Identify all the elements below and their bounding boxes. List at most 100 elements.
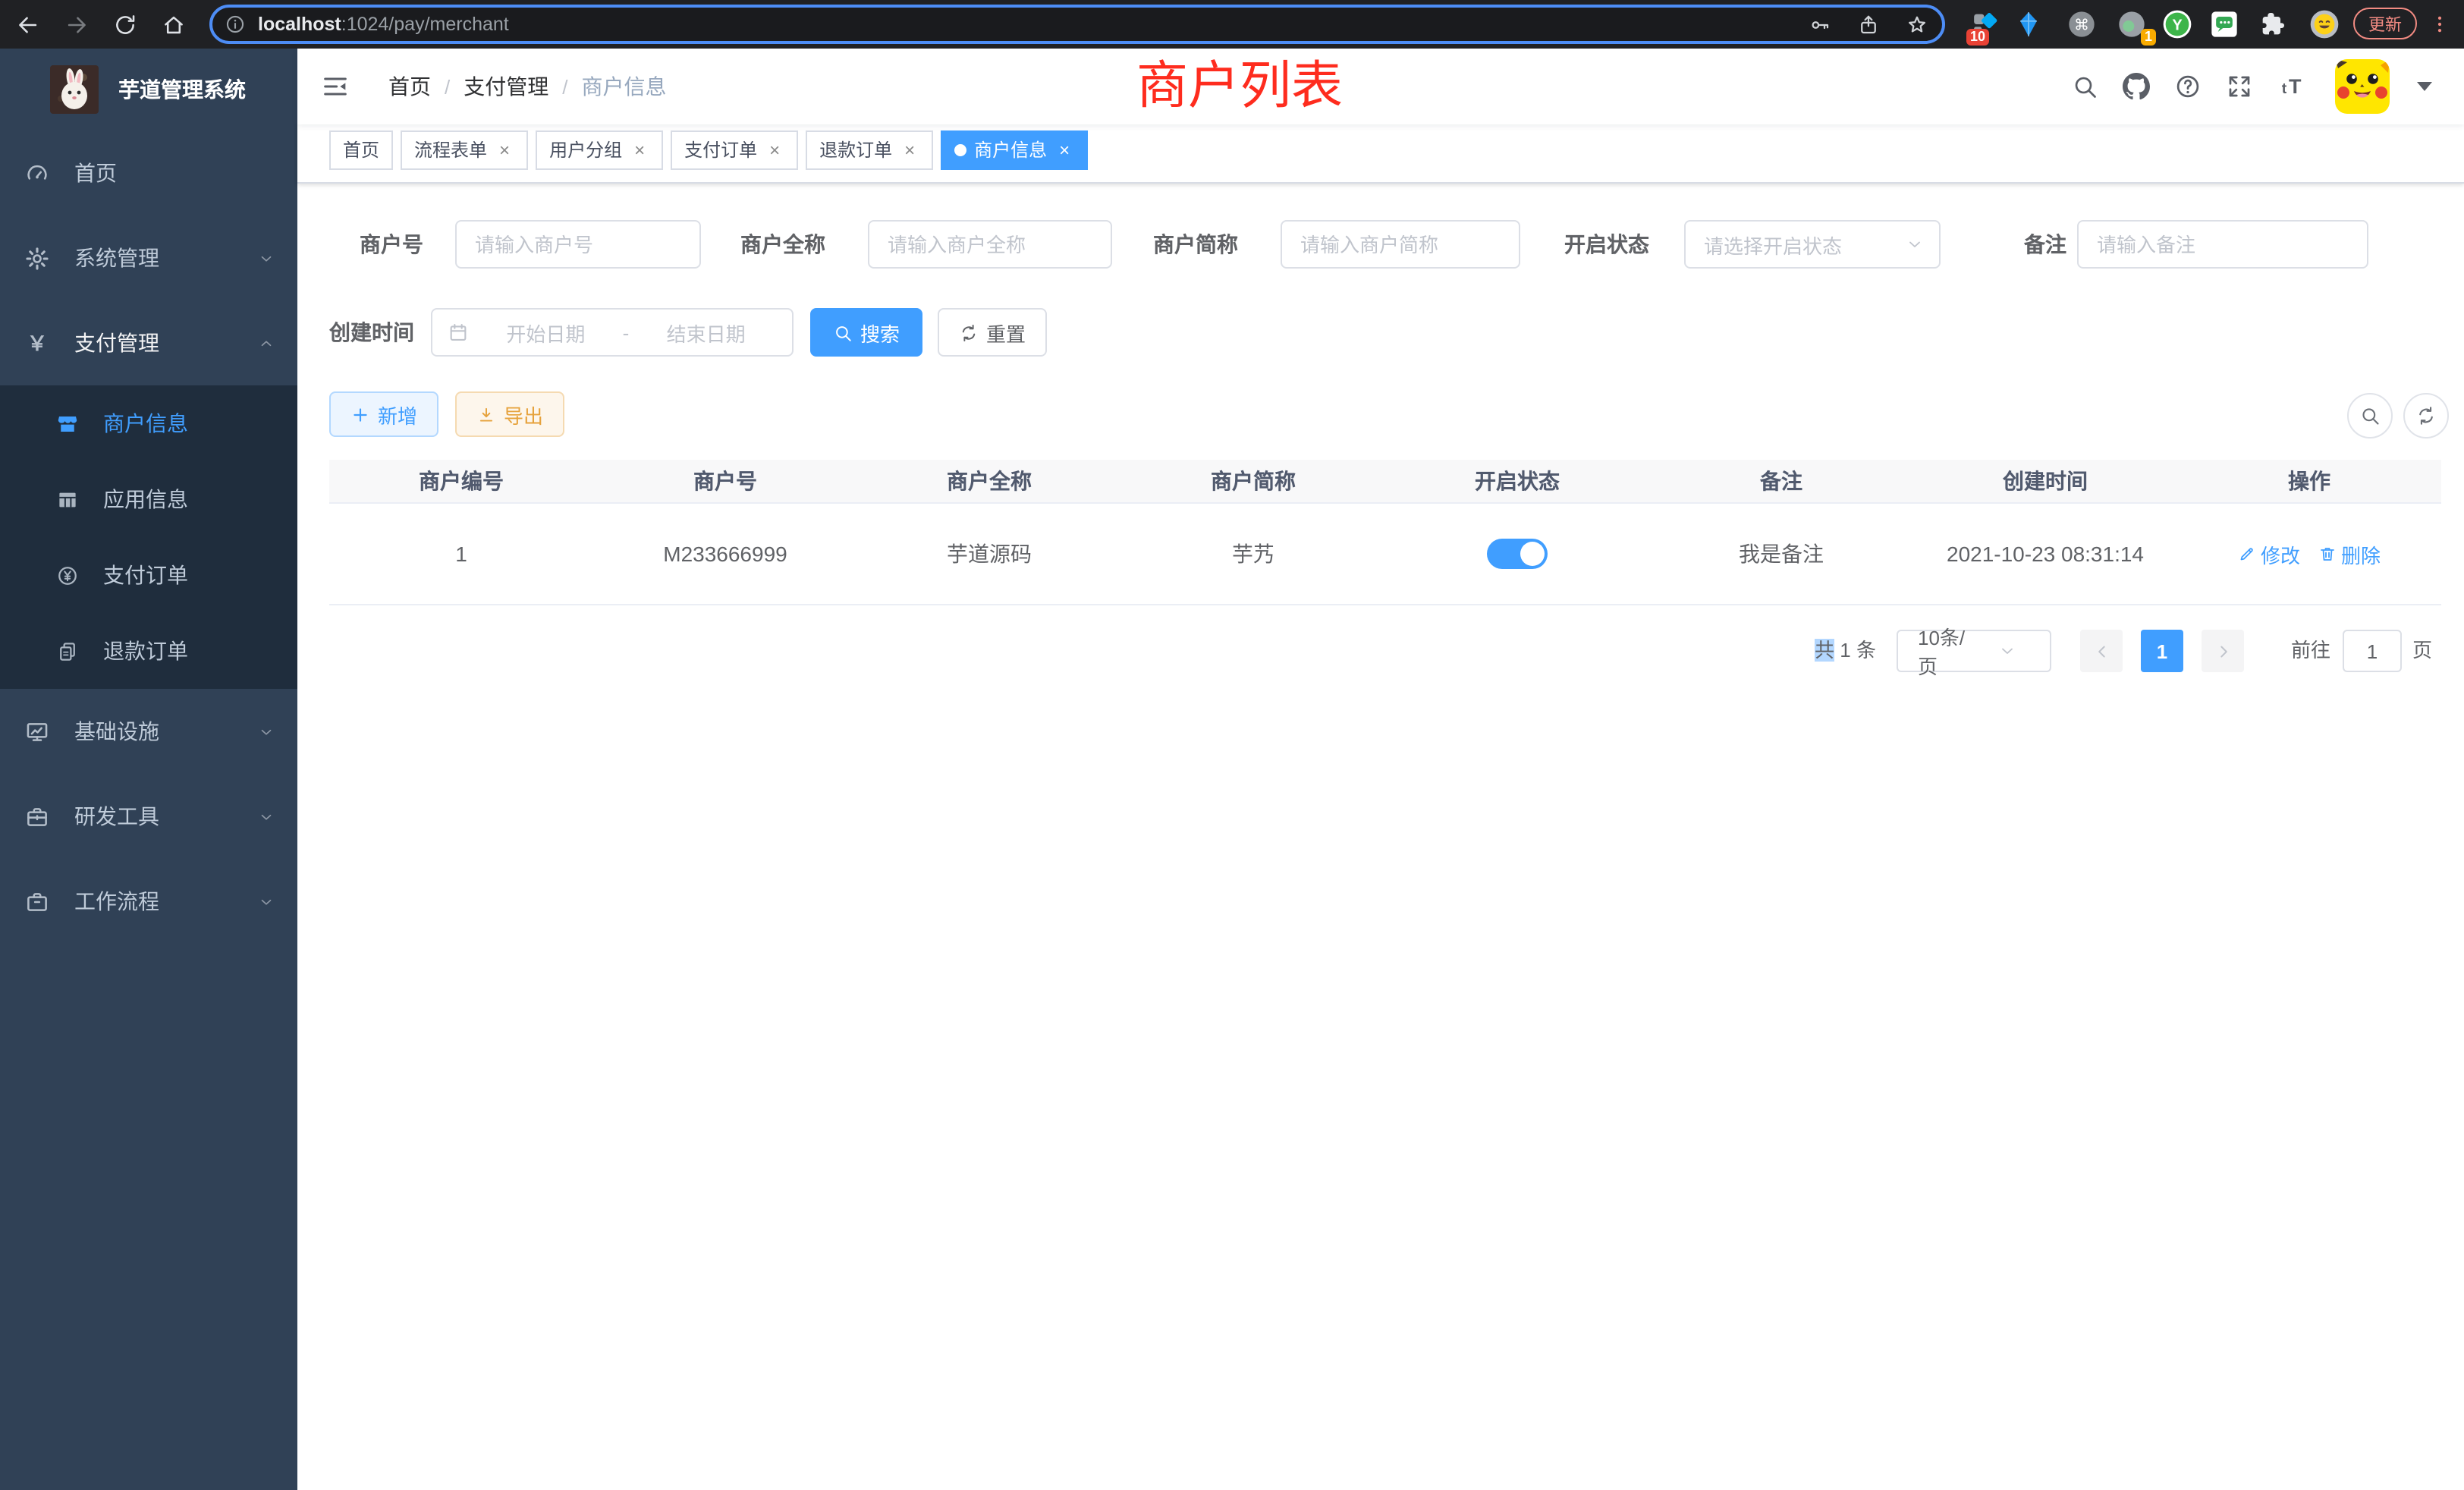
bookmark-star-icon[interactable] [1906, 13, 1928, 36]
sidebar-item-支付管理[interactable]: ￥支付管理 [0, 300, 297, 385]
site-info-icon[interactable] [225, 14, 246, 35]
tab-close-icon[interactable]: × [630, 132, 649, 168]
add-button[interactable]: 新增 [329, 391, 438, 437]
logo-bunny-icon [50, 65, 99, 114]
hamburger-icon[interactable] [319, 70, 352, 103]
goto-page-input[interactable] [2343, 630, 2402, 672]
tab-支付订单[interactable]: 支付订单× [671, 130, 798, 170]
export-button[interactable]: 导出 [455, 391, 564, 437]
svg-text:￥: ￥ [27, 332, 48, 354]
extension-badge: 10 [1966, 29, 1989, 46]
page-content: 商户号 商户全称 商户简称 开启状态 请选择开启状态 备注 创建时间 开始日期 [297, 184, 2464, 1490]
sidebar-item-退款订单[interactable]: 退款订单 [0, 613, 297, 689]
merchant-no-input[interactable] [455, 220, 701, 269]
tab-首页[interactable]: 首页 [329, 130, 393, 170]
status-toggle[interactable] [1487, 539, 1548, 569]
sidebar-item-首页[interactable]: 首页 [0, 130, 297, 215]
trash-icon [2318, 545, 2337, 563]
address-bar[interactable]: localhost :1024/pay/merchant [209, 5, 1945, 44]
avatar-caret-icon[interactable] [2417, 82, 2432, 91]
tab-label: 用户分组 [549, 132, 622, 168]
browser-home-icon[interactable] [155, 6, 191, 42]
reset-button[interactable]: 重置 [938, 308, 1047, 357]
browser-menu-icon[interactable] [2429, 8, 2450, 41]
annotation-merchant-list: 商户列表 [1136, 58, 1343, 115]
extension-avatar-icon[interactable]: 1 [2115, 8, 2148, 41]
merchant-table: 商户编号商户号商户全称商户简称开启状态备注创建时间操作 1M233666999芋… [329, 460, 2441, 605]
remark-input[interactable] [2077, 220, 2368, 269]
filter-full-name-label: 商户全称 [739, 220, 825, 269]
search-icon[interactable] [2071, 73, 2098, 100]
breadcrumb-item[interactable]: 支付管理 [464, 71, 548, 102]
download-icon [476, 404, 496, 424]
edit-link[interactable]: 修改 [2238, 539, 2300, 568]
search-icon [833, 322, 853, 342]
sidebar-item-基础设施[interactable]: 基础设施 [0, 689, 297, 774]
sidebar-item-工作流程[interactable]: 工作流程 [0, 859, 297, 944]
table-header-cell: 商户简称 [1121, 460, 1385, 502]
extension-gem-icon[interactable] [2012, 8, 2045, 41]
password-key-icon[interactable] [1809, 13, 1831, 36]
tab-close-icon[interactable]: × [495, 132, 514, 168]
tab-close-icon[interactable]: × [765, 132, 784, 168]
sidebar-item-系统管理[interactable]: 系统管理 [0, 215, 297, 300]
extension-command-icon[interactable]: ⌘ [2065, 8, 2098, 41]
plus-icon [350, 404, 370, 424]
full-name-input[interactable] [868, 220, 1112, 269]
table-header-cell: 商户号 [593, 460, 857, 502]
tab-流程表单[interactable]: 流程表单× [401, 130, 528, 170]
help-icon[interactable] [2174, 73, 2202, 100]
tab-label: 支付订单 [684, 132, 757, 168]
browser-forward-icon[interactable] [58, 6, 94, 42]
yen-icon: ￥ [24, 330, 50, 356]
create-time-range-picker[interactable]: 开始日期 - 结束日期 [431, 308, 794, 357]
sidebar-item-label: 应用信息 [103, 484, 188, 514]
tab-label: 流程表单 [414, 132, 487, 168]
tab-close-icon[interactable]: × [1054, 132, 1074, 168]
prev-page-button[interactable] [2080, 630, 2123, 672]
search-button[interactable]: 搜索 [810, 308, 922, 357]
tab-商户信息[interactable]: 商户信息× [941, 130, 1088, 170]
extension-diamond-icon[interactable]: 10 [1969, 8, 2003, 41]
toggle-search-button[interactable] [2347, 393, 2393, 439]
browser-reload-icon[interactable] [106, 6, 143, 42]
short-name-input[interactable] [1281, 220, 1520, 269]
date-start-placeholder: 开始日期 [472, 318, 620, 347]
sidebar-item-应用信息[interactable]: 应用信息 [0, 461, 297, 537]
browser-update-button[interactable]: 更新 [2353, 8, 2417, 39]
delete-label: 删除 [2341, 539, 2381, 568]
breadcrumb-item[interactable]: 首页 [388, 71, 431, 102]
user-avatar[interactable] [2335, 59, 2390, 114]
refresh-table-button[interactable] [2403, 393, 2449, 439]
fullscreen-icon[interactable] [2226, 73, 2253, 100]
sidebar-item-支付订单[interactable]: 支付订单 [0, 537, 297, 613]
profile-emoji-icon[interactable] [2308, 8, 2341, 41]
monitor-icon [24, 718, 50, 744]
sidebar-item-label: 系统管理 [74, 243, 159, 273]
cell-created_at: 2021-10-23 08:31:14 [1913, 504, 2177, 604]
sidebar-item-商户信息[interactable]: 商户信息 [0, 385, 297, 461]
delete-link[interactable]: 删除 [2318, 539, 2381, 568]
cell-merchant_no: M233666999 [593, 504, 857, 604]
share-icon[interactable] [1857, 13, 1880, 36]
tab-用户分组[interactable]: 用户分组× [536, 130, 663, 170]
tab-close-icon[interactable]: × [900, 132, 919, 168]
chevron-down-icon [258, 250, 275, 266]
font-size-icon[interactable]: tT [2277, 73, 2305, 100]
browser-back-icon[interactable] [9, 6, 46, 42]
chevron-down-icon [258, 893, 275, 910]
next-page-button[interactable] [2202, 630, 2244, 672]
extension-y-icon[interactable]: Y [2161, 8, 2194, 41]
app-logo[interactable]: 芋道管理系统 [0, 49, 297, 130]
svg-text:t: t [2282, 80, 2287, 97]
extension-chat-icon[interactable] [2208, 8, 2241, 41]
github-icon[interactable] [2123, 73, 2150, 100]
tab-退款订单[interactable]: 退款订单× [806, 130, 933, 170]
status-select[interactable]: 请选择开启状态 [1684, 220, 1941, 269]
table-header-row: 商户编号商户号商户全称商户简称开启状态备注创建时间操作 [329, 460, 2441, 504]
page-size-select[interactable]: 10条/页 [1897, 630, 2051, 672]
sidebar-item-研发工具[interactable]: 研发工具 [0, 774, 297, 859]
extensions-puzzle-icon[interactable] [2256, 8, 2290, 41]
page-number-button[interactable]: 1 [2141, 630, 2183, 672]
browser-toolbar: localhost :1024/pay/merchant 10 ⌘ 1 Y [0, 0, 2464, 49]
